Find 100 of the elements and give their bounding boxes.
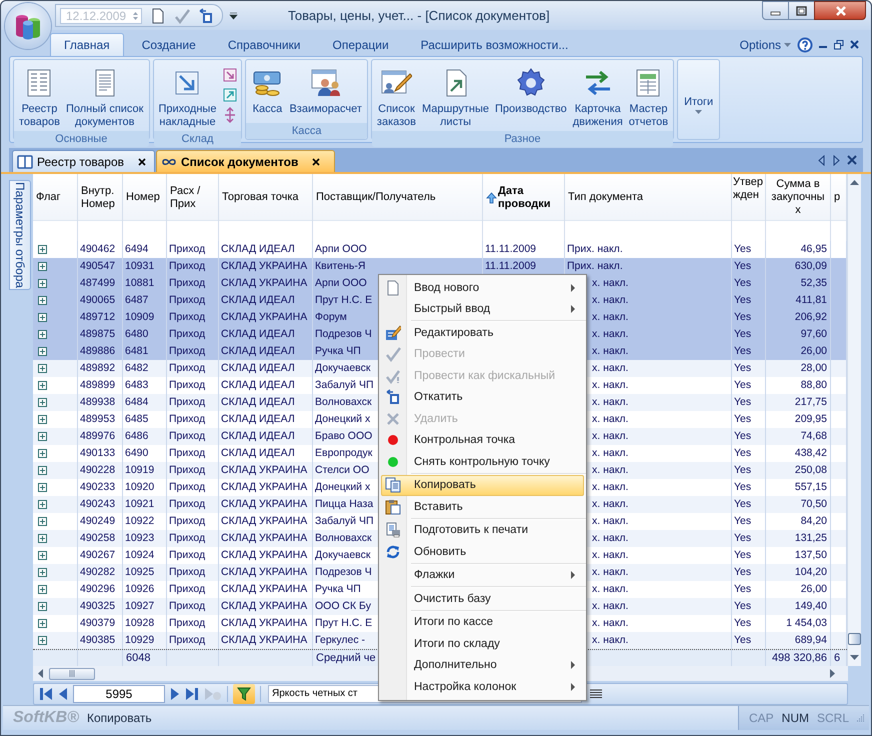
table-cell: 411,81 xyxy=(796,294,827,306)
table-cell: х. накл. xyxy=(592,362,628,374)
table-cell: 490267 xyxy=(80,549,116,561)
table-cell: СКЛАД ИДЕАЛ xyxy=(221,294,295,306)
table-cell: СКЛАД ИДЕАЛ xyxy=(221,243,295,255)
table-cell: 6481 xyxy=(125,345,148,357)
table-cell: СКЛАД ИДЕАЛ xyxy=(221,413,295,425)
table-cell: 489938 xyxy=(80,396,116,408)
table-cell: х. накл. xyxy=(592,566,628,578)
table-cell: 6490 xyxy=(125,447,148,459)
table-cell: 630,09 xyxy=(794,260,827,272)
table-cell: Забалуй ЧП xyxy=(315,379,374,391)
table-cell: х. накл. xyxy=(592,311,628,323)
table-cell: х. накл. xyxy=(592,345,628,357)
table-cell: 490228 xyxy=(80,464,116,476)
table-cell: Приход xyxy=(169,600,206,612)
table-cell: 10931 xyxy=(125,260,154,272)
table-cell: Докучаевск xyxy=(315,362,370,374)
table-cell: х. накл. xyxy=(592,617,628,629)
table-cell: СКЛАД УКРАИНА xyxy=(221,566,308,578)
table-cell: Yes xyxy=(734,328,752,340)
table-cell: 104,20 xyxy=(794,566,827,578)
table-cell: Приход xyxy=(169,243,206,255)
table-cell: Приход xyxy=(169,532,206,544)
table-cell: Приход xyxy=(169,311,206,323)
table-cell: х. накл. xyxy=(592,498,628,510)
table-cell: СКЛАД УКРАИНА xyxy=(221,311,308,323)
table-cell: 6487 xyxy=(125,294,148,306)
table-cell: 10929 xyxy=(125,634,154,646)
table-cell: х. накл. xyxy=(592,481,628,493)
table-cell: Yes xyxy=(734,617,752,629)
table-cell: Yes xyxy=(734,498,752,510)
table-cell: Приход xyxy=(169,294,206,306)
table-cell: СКЛАД УКРАИНА xyxy=(221,260,308,272)
status-message: Копировать xyxy=(87,711,152,725)
table-cell: х. накл. xyxy=(592,600,628,612)
table-cell: СКЛАД УКРАИНА xyxy=(221,481,308,493)
table-cell: СКЛАД УКРАИНА xyxy=(221,583,308,595)
table-cell: ООО СК Бу xyxy=(315,600,371,612)
table-cell: Yes xyxy=(734,634,752,646)
table-cell: Yes xyxy=(734,277,752,289)
table-cell: Волновахск xyxy=(315,396,372,408)
table-cell: 6486 xyxy=(125,430,148,442)
table-cell: Yes xyxy=(734,515,752,527)
table-cell: Yes xyxy=(734,362,752,374)
table-cell: Квитень-Я xyxy=(315,260,366,272)
table-cell: Yes xyxy=(734,600,752,612)
table-cell: Приход xyxy=(169,583,206,595)
table-cell: Yes xyxy=(734,532,752,544)
table-cell: Yes xyxy=(734,566,752,578)
table-cell: 489886 xyxy=(80,345,116,357)
key-indicator: SCRL xyxy=(816,711,849,725)
summary-cell: Средний че xyxy=(316,652,376,664)
table-cell: Yes xyxy=(734,396,752,408)
table-cell: Прих. накл. xyxy=(567,243,623,255)
table-cell: х. накл. xyxy=(592,634,628,646)
table-cell: х. накл. xyxy=(592,294,628,306)
table-cell: 28,00 xyxy=(800,362,827,374)
table-cell: СКЛАД УКРАИНА xyxy=(221,532,308,544)
table-cell: Прут Н.С. Е xyxy=(315,617,372,629)
group-label: Касса xyxy=(246,123,367,139)
table-cell: Браво ООО xyxy=(315,430,372,442)
table-cell: 10909 xyxy=(125,311,154,323)
table-cell: 490233 xyxy=(80,481,116,493)
table-cell: Yes xyxy=(734,379,752,391)
table-cell: СКЛАД УКРАИНА xyxy=(221,617,308,629)
table-cell: 6483 xyxy=(125,379,148,391)
table-cell: 490249 xyxy=(80,515,116,527)
table-cell: Приход xyxy=(169,634,206,646)
table-cell: 490282 xyxy=(80,566,116,578)
table-cell: 489953 xyxy=(80,413,116,425)
table-cell: х. накл. xyxy=(592,515,628,527)
table-cell: 10919 xyxy=(125,464,154,476)
table-cell: СКЛАД УКРАИНА xyxy=(221,634,308,646)
table-cell: Форум xyxy=(315,311,347,323)
table-cell: 11.11.2009 xyxy=(485,260,536,272)
table-cell: х. накл. xyxy=(592,464,628,476)
table-cell: 490547 xyxy=(80,260,116,272)
table-cell: Приход xyxy=(169,447,206,459)
group-label: Основные xyxy=(14,131,148,147)
table-cell: 689,94 xyxy=(794,634,827,646)
table-cell: Арпи ООО xyxy=(315,243,367,255)
table-cell: Ручка ЧП xyxy=(315,583,361,595)
table-cell: СКЛАД ИДЕАЛ xyxy=(221,379,295,391)
table-cell: 438,42 xyxy=(794,447,827,459)
table-cell: 489875 xyxy=(80,328,116,340)
table-cell: 490258 xyxy=(80,532,116,544)
summary-cell: 498 320,86 xyxy=(772,652,827,664)
table-cell: Приход xyxy=(169,396,206,408)
table-cell: СКЛАД УКРАИНА xyxy=(221,515,308,527)
table-cell: Приход xyxy=(169,379,206,391)
table-cell: 489712 xyxy=(80,311,116,323)
table-cell: х. накл. xyxy=(592,447,628,459)
table-cell: 10922 xyxy=(125,515,154,527)
table-cell: 6485 xyxy=(125,413,148,425)
table-cell: Арпи ООО xyxy=(315,277,367,289)
table-cell: 74,68 xyxy=(800,430,827,442)
table-cell: 46,95 xyxy=(800,243,827,255)
table-cell: 131,25 xyxy=(794,532,827,544)
table-cell: СКЛАД ИДЕАЛ xyxy=(221,447,295,459)
